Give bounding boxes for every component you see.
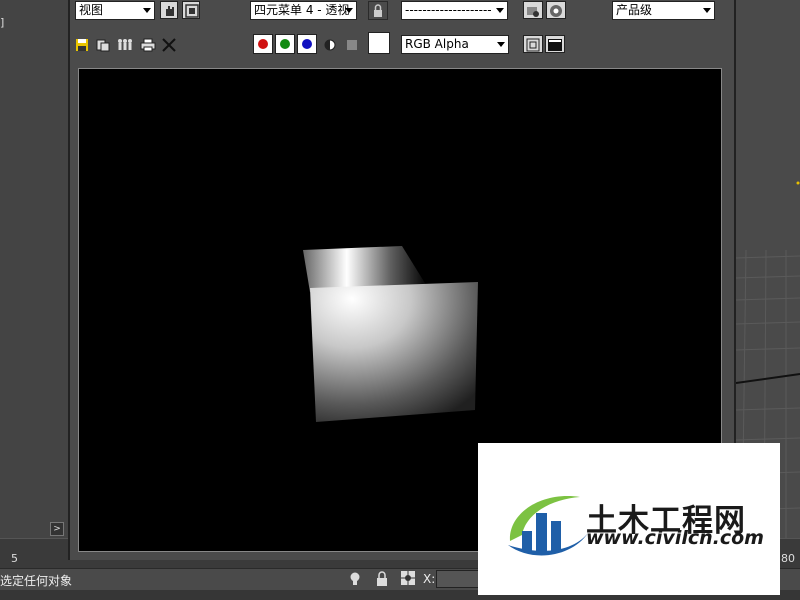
chevron-down-icon [496,8,504,13]
lock-icon[interactable] [368,1,388,20]
region-select-icon[interactable] [160,1,178,19]
chevron-down-icon [497,42,505,47]
render-setup-icon[interactable] [523,1,543,19]
lightbulb-icon[interactable] [348,571,362,590]
chevron-down-icon [345,8,353,13]
blue-channel-icon [302,39,312,49]
preset-dropdown[interactable]: -------------------- [401,1,508,20]
left-viewport-area [0,0,68,600]
absolute-mode-icon[interactable] [400,570,416,589]
preset-dropdown-value: -------------------- [405,3,492,17]
ruler-tick-right: 80 [781,552,795,565]
civilcn-logo-icon [508,496,588,556]
quality-dropdown[interactable]: 产品级 [612,1,715,20]
display-channel-value: RGB Alpha [405,37,469,51]
green-channel-icon [280,39,290,49]
toggle-ui-icon[interactable] [545,35,565,53]
view-dropdown-value: 视图 [79,3,104,17]
blue-channel-toggle[interactable] [297,34,317,54]
chevron-down-icon [703,8,711,13]
red-channel-icon [258,39,268,49]
ruler-tick-left: 5 [11,552,18,565]
view-dropdown[interactable]: 视图 [75,1,155,20]
x-coordinate-label: X: [423,572,436,586]
viewport-dropdown-value: 四元菜单 4 - 透视 [254,3,350,17]
clone-icon[interactable] [116,36,134,54]
chevron-down-icon [143,8,151,13]
display-channel-dropdown[interactable]: RGB Alpha [401,35,509,54]
save-icon[interactable] [73,36,91,54]
copy-icon[interactable] [94,36,112,54]
quality-dropdown-value: 产品级 [616,3,653,17]
object-front-face [310,282,478,422]
viewport-dropdown[interactable]: 四元菜单 4 - 透视 [250,1,357,20]
selection-lock-icon[interactable] [375,571,389,590]
status-prompt-text: 选定任何对象 [0,574,73,588]
viewport-bracket-label: ] [0,16,5,29]
expand-arrow-button[interactable]: > [50,522,64,536]
x-coordinate-input[interactable] [436,570,480,588]
color-swatch[interactable] [368,32,390,54]
monochrome-icon[interactable] [343,36,361,54]
print-icon[interactable] [139,36,157,54]
environment-icon[interactable] [546,1,566,19]
red-channel-toggle[interactable] [253,34,273,54]
green-channel-toggle[interactable] [275,34,295,54]
toggle-ui-overlay-icon[interactable] [523,35,543,53]
watermark-url: www.civilcn.com [586,527,764,549]
alpha-icon[interactable] [321,36,339,54]
crop-region-icon[interactable] [182,1,200,19]
clear-icon[interactable] [160,36,178,54]
